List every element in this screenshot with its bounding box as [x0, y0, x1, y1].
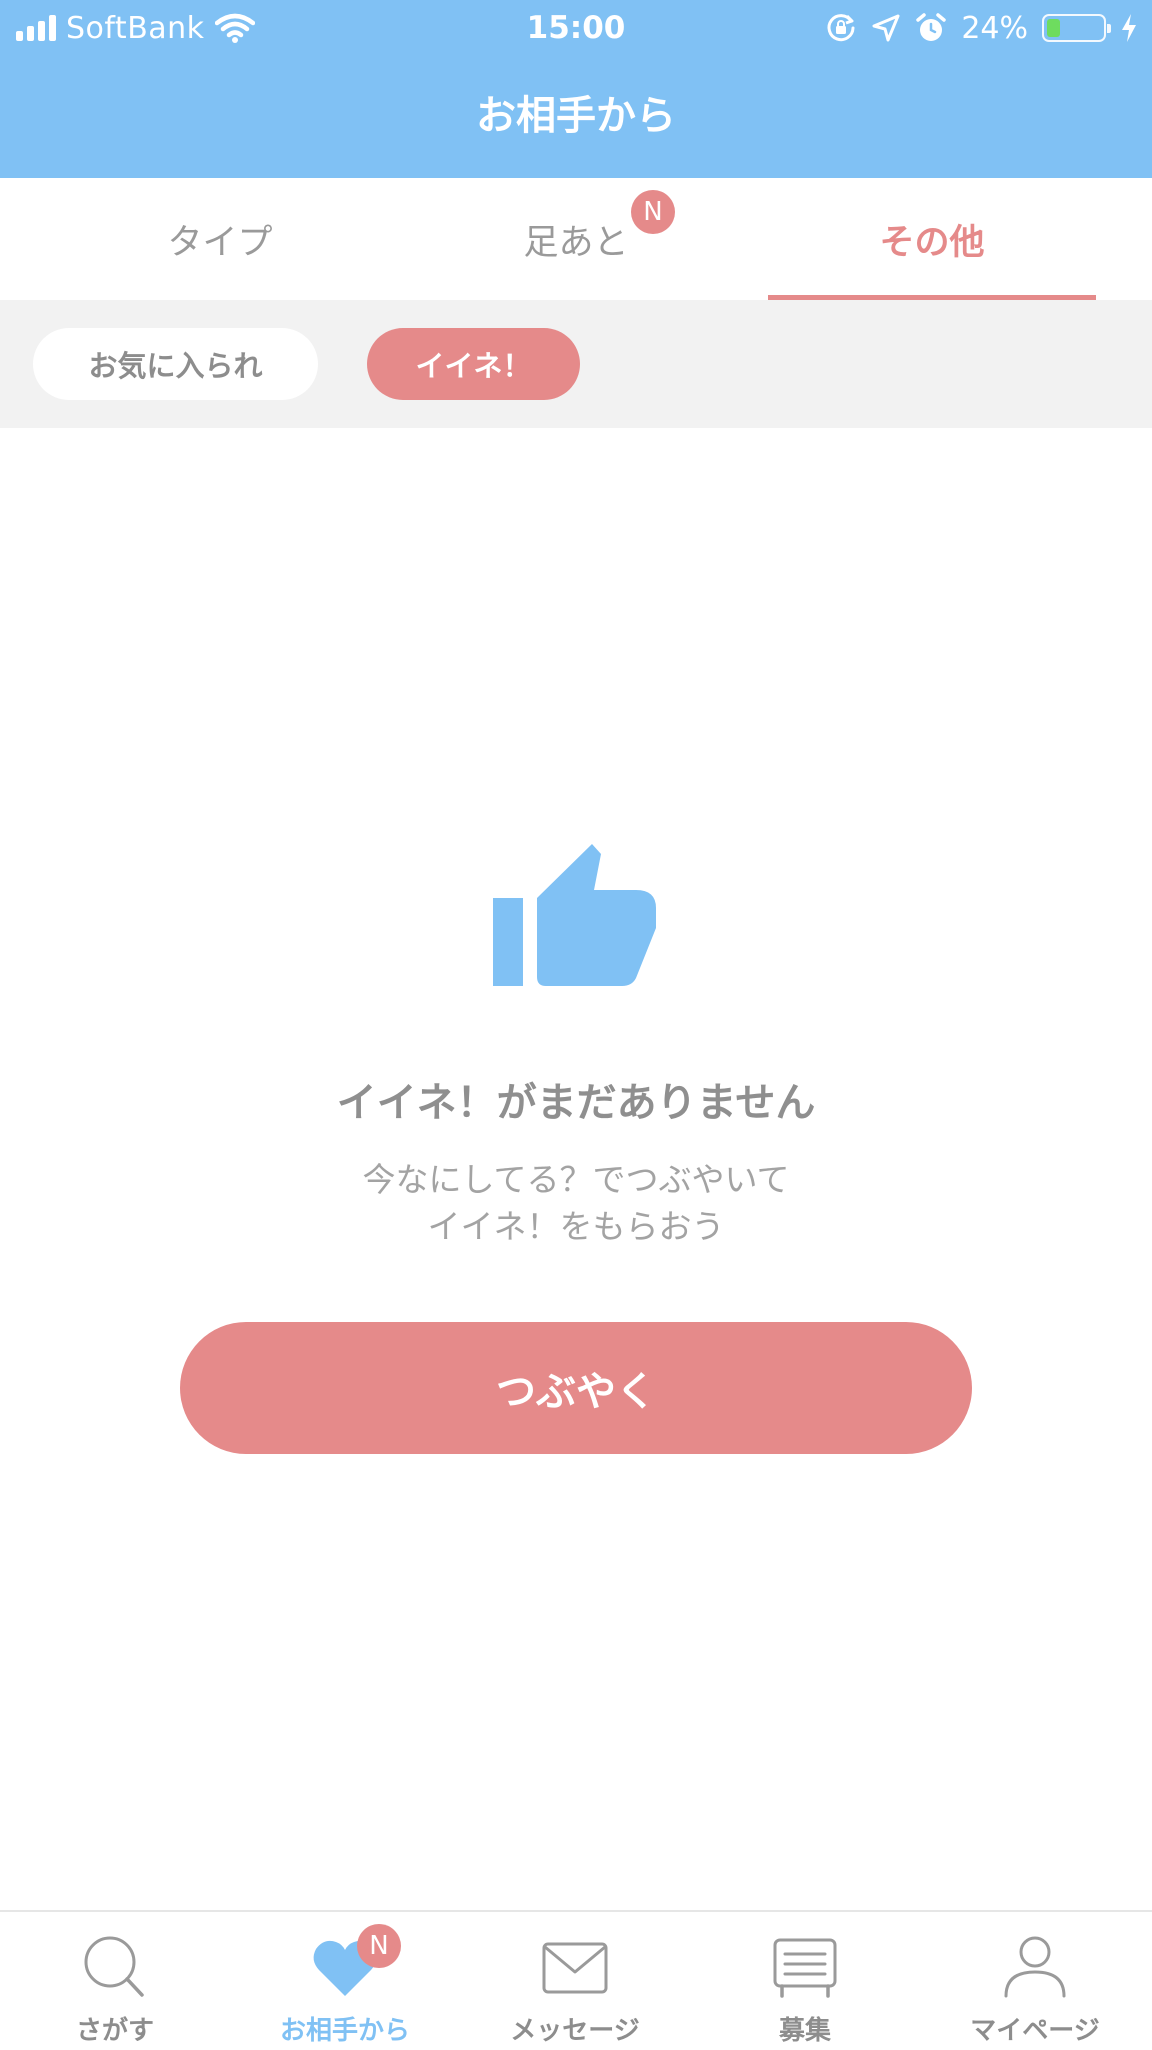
location-arrow-icon — [872, 14, 900, 42]
segment-tabs: タイプ 足あと N その他 — [0, 178, 1152, 300]
envelope-icon — [542, 1942, 608, 1994]
empty-state-title: イイネ！がまだありません — [336, 1080, 816, 1126]
nav-item-search[interactable]: さがす — [0, 1912, 230, 2050]
thumbs-up-icon — [493, 844, 656, 986]
filter-bar: お気に入られ イイネ！ — [0, 300, 1152, 428]
filter-label: お気に入られ — [88, 349, 263, 383]
nav-label: メッセージ — [510, 2016, 640, 2046]
charging-bolt-icon — [1122, 14, 1136, 42]
battery-icon — [1042, 14, 1111, 42]
tab-type[interactable]: タイプ — [40, 178, 400, 300]
nav-label: さがす — [75, 2016, 154, 2046]
nav-item-mypage[interactable]: マイページ — [920, 1912, 1150, 2050]
nav-label: 募集 — [778, 2016, 831, 2046]
status-bar: SoftBank 15:00 24% — [0, 0, 1152, 56]
filter-label: イイネ！ — [415, 349, 532, 383]
tab-label: 足あと — [523, 222, 629, 263]
filter-favorited-button[interactable]: お気に入られ — [33, 328, 318, 400]
empty-state-description-line2: イイネ！をもらおう — [427, 1207, 725, 1246]
tab-footprints[interactable]: 足あと — [396, 178, 756, 300]
bottom-navigation: さがす N お相手から メッセージ 募集 マイページ — [0, 1910, 1152, 2048]
battery-percentage: 24% — [961, 10, 1028, 46]
alarm-icon — [916, 13, 947, 41]
nav-label: マイページ — [970, 2016, 1100, 2046]
nav-label: お相手から — [279, 2016, 410, 2046]
nav-new-badge: N — [357, 1924, 401, 1968]
search-icon — [84, 1936, 144, 1997]
rotation-lock-icon — [827, 14, 855, 42]
app-header: SoftBank 15:00 24% お相手から — [0, 0, 1152, 178]
empty-state-description-line1: 今なにしてる？でつぶやいて — [362, 1160, 790, 1199]
empty-state-description: 今なにしてる？でつぶやいて イイネ！をもらおう — [0, 1156, 1152, 1250]
footprints-new-badge: N — [631, 190, 675, 234]
page-title: お相手から — [476, 93, 676, 139]
tab-label: タイプ — [167, 222, 273, 263]
nav-item-messages[interactable]: メッセージ — [460, 1912, 690, 2050]
status-right: 24% — [825, 8, 1138, 48]
tab-label: その他 — [879, 222, 985, 263]
board-icon — [773, 1938, 837, 1998]
person-icon — [1004, 1936, 1066, 1998]
battery-level-fill — [1047, 19, 1060, 37]
filter-likes-button[interactable]: イイネ！ — [367, 328, 580, 400]
nav-item-from-partner[interactable]: N お相手から — [230, 1912, 460, 2050]
nav-item-recruit[interactable]: 募集 — [690, 1912, 920, 2050]
tab-other[interactable]: その他 — [768, 178, 1096, 300]
tweet-button[interactable]: つぶやく — [180, 1322, 972, 1454]
